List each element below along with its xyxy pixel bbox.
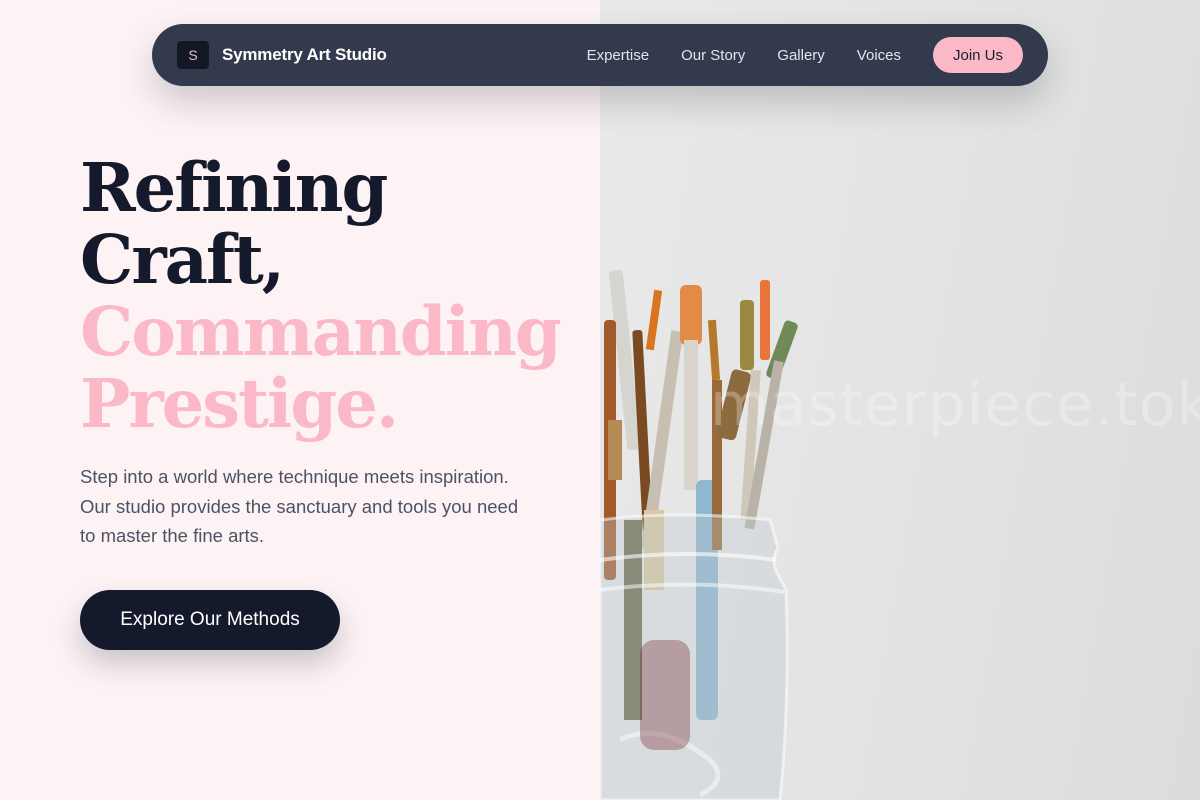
heading-line-3: Commanding [80, 292, 562, 371]
nav-link-expertise[interactable]: Expertise [587, 47, 650, 64]
heading-line-4: Prestige. [80, 364, 399, 443]
nav-link-voices[interactable]: Voices [857, 47, 901, 64]
nav-link-our-story[interactable]: Our Story [681, 47, 745, 64]
heading-line-1: Refining [80, 148, 388, 227]
nav-link-gallery[interactable]: Gallery [777, 47, 825, 64]
hero-heading: Refining Craft, Commanding Prestige. [80, 148, 562, 443]
hero-description: Step into a world where technique meets … [80, 466, 519, 546]
glass-jar [600, 513, 789, 800]
navbar: S Symmetry Art Studio Expertise Our Stor… [152, 24, 1048, 86]
join-us-button[interactable]: Join Us [933, 37, 1023, 73]
image-watermark: masterpiece.tokyo [710, 370, 1200, 440]
explore-methods-button[interactable]: Explore Our Methods [80, 590, 340, 650]
brand-logo[interactable]: S [177, 41, 209, 69]
nav-links: Expertise Our Story Gallery Voices Join … [587, 37, 1023, 73]
hero-image: masterpiece.tokyo [600, 0, 1200, 800]
brand-name[interactable]: Symmetry Art Studio [222, 45, 387, 65]
heading-line-2: Craft, [80, 220, 285, 299]
